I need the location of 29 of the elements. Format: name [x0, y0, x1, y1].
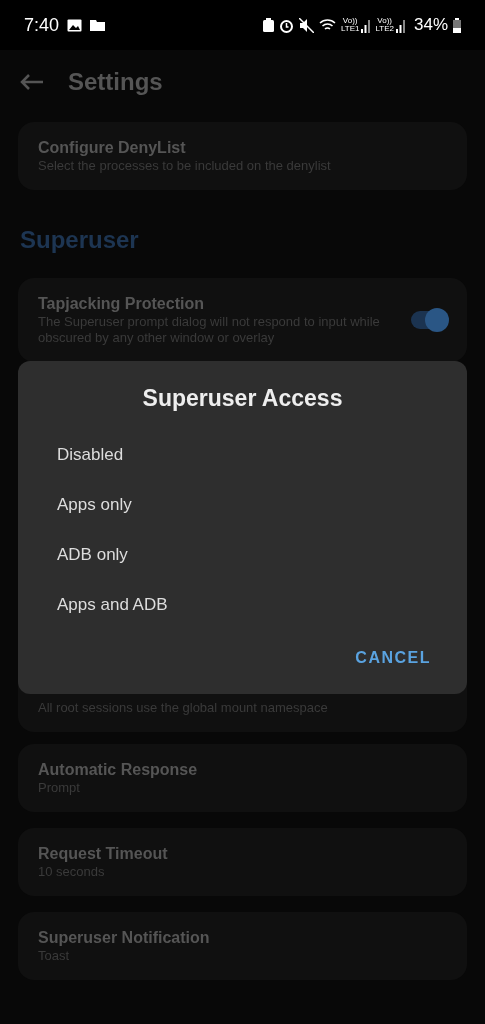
dialog-option[interactable]: Apps only	[18, 479, 467, 530]
folder-icon	[90, 19, 106, 31]
wifi-icon	[318, 18, 336, 32]
setting-title: Superuser Notification	[38, 928, 211, 948]
section-header: Superuser	[20, 225, 140, 255]
network-label: LTE1	[340, 25, 360, 33]
mute-icon	[298, 17, 314, 33]
dialog-title: Superuser Access	[141, 384, 344, 413]
image-icon	[67, 18, 83, 32]
signal-icon	[361, 19, 371, 33]
dialog-option[interactable]: Apps and ADB	[18, 579, 467, 630]
volte-label: Vo))	[377, 17, 393, 25]
cancel-button[interactable]: CANCEL	[343, 642, 443, 674]
network-label: LTE2	[375, 25, 394, 33]
setting-title: Tapjacking Protection	[38, 294, 205, 314]
setting-title: Configure DenyList	[38, 138, 187, 158]
setting-title: Automatic Response	[38, 760, 199, 780]
battery-icon	[453, 17, 461, 33]
clock: 7:40	[24, 13, 60, 37]
battery-percent: 34%	[413, 14, 448, 37]
signal-icon	[395, 19, 405, 33]
setting-title: Request Timeout	[38, 844, 169, 864]
dialog-option[interactable]: ADB only	[18, 529, 467, 580]
volte-label: Vo))	[342, 17, 358, 25]
dialog-option[interactable]: Disabled	[18, 429, 467, 480]
back-icon[interactable]	[20, 74, 44, 90]
toolbar-title: Settings	[68, 67, 163, 97]
alarm-icon	[278, 17, 294, 33]
toggle-switch[interactable]	[411, 311, 447, 329]
